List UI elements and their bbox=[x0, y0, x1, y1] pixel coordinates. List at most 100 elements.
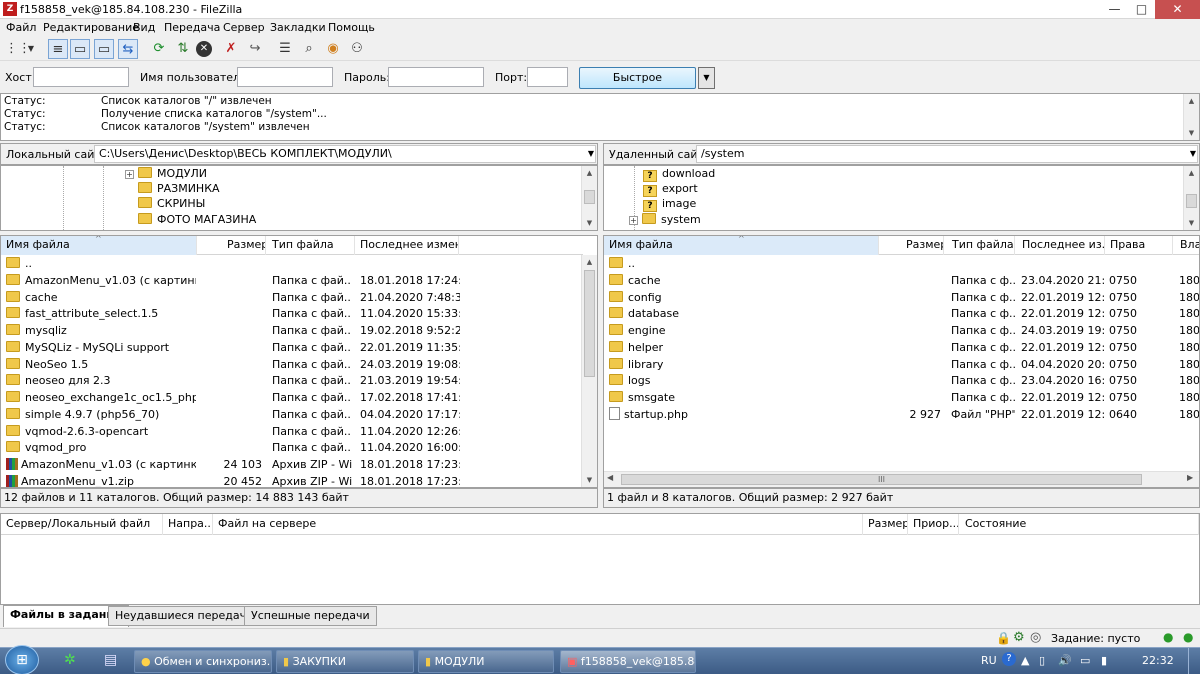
close-button[interactable]: ✕ bbox=[1155, 0, 1200, 19]
tree-item[interactable]: ? export bbox=[643, 181, 698, 197]
file-row[interactable]: .. bbox=[1, 256, 583, 273]
file-row[interactable]: database Папка с ф... 22.01.2019 12:1... 07… bbox=[604, 306, 1199, 323]
speed-limit-icon[interactable]: ◎ bbox=[1030, 630, 1041, 645]
tray-expand-icon[interactable]: ▲ bbox=[1021, 654, 1029, 667]
scroll-thumb[interactable]: III bbox=[621, 474, 1142, 485]
toggle-local-tree-icon[interactable]: ▭ bbox=[70, 39, 90, 59]
scroll-up-arrow-icon[interactable]: ▲ bbox=[1184, 166, 1199, 180]
taskbar-item-folder-zakupki[interactable]: ▮ ЗАКУПКИ bbox=[276, 650, 414, 673]
taskbar-item-filezilla[interactable]: ▣ f158858_vek@185.84.... bbox=[560, 650, 696, 673]
display-icon[interactable]: ▭ bbox=[1080, 654, 1090, 667]
menu-edit[interactable]: Редактирование bbox=[43, 21, 139, 34]
file-row[interactable]: helper Папка с ф... 22.01.2019 12:1... 0750… bbox=[604, 340, 1199, 357]
scroll-right-arrow-icon[interactable]: ▶ bbox=[1187, 473, 1193, 482]
log-scrollbar[interactable]: ▲ ▼ bbox=[1183, 94, 1199, 140]
disconnect-icon[interactable]: ✗ bbox=[221, 39, 241, 59]
file-row[interactable]: config Папка с ф... 22.01.2019 12:1... 0750… bbox=[604, 290, 1199, 307]
expand-icon[interactable]: + bbox=[125, 170, 134, 179]
toggle-log-icon[interactable]: ≡ bbox=[48, 39, 68, 59]
maximize-button[interactable]: □ bbox=[1128, 0, 1155, 19]
app-pinned-icon[interactable]: ✲ bbox=[64, 652, 76, 668]
process-queue-icon[interactable]: ⇅ bbox=[173, 39, 193, 59]
column-direction[interactable]: Напра... bbox=[163, 514, 213, 535]
file-row[interactable]: cache Папка с ф... 23.04.2020 21:0... 0750 1… bbox=[604, 273, 1199, 290]
refresh-icon[interactable]: ⟳ bbox=[149, 39, 169, 59]
search-icon[interactable]: ⚇ bbox=[347, 39, 367, 59]
file-row[interactable]: mysqliz Папка с фай... 19.02.2018 9:52:23 bbox=[1, 323, 583, 340]
column-status[interactable]: Состояние bbox=[960, 514, 1199, 535]
dropdown-arrow-icon[interactable]: ▼ bbox=[25, 39, 37, 59]
column-size[interactable]: Размер bbox=[222, 236, 266, 255]
file-row[interactable]: AmazonMenu_v1.03 (с картинкам... 24 103 Ар… bbox=[1, 457, 583, 474]
scroll-down-arrow-icon[interactable]: ▼ bbox=[582, 216, 597, 230]
scroll-down-arrow-icon[interactable]: ▼ bbox=[1184, 126, 1199, 140]
file-row[interactable]: startup.php 2 927 Файл "PHP" 22.01.2019 12:… bbox=[604, 406, 1199, 424]
language-indicator[interactable]: RU bbox=[981, 654, 997, 667]
column-local-file[interactable]: Сервер/Локальный файл bbox=[1, 514, 163, 535]
menu-file[interactable]: Файл bbox=[6, 21, 36, 34]
file-row[interactable]: AmazonMenu_v1.03 (с картинками) Папка с ф… bbox=[1, 273, 583, 290]
file-row[interactable]: engine Папка с ф... 24.03.2019 19:0... 0750… bbox=[604, 323, 1199, 340]
file-row[interactable]: simple 4.9.7 (php56_70) Папка с фай... 04.… bbox=[1, 407, 583, 424]
column-modified[interactable]: Последнее из... bbox=[1017, 236, 1105, 255]
toggle-remote-tree-icon[interactable]: ▭ bbox=[94, 39, 114, 59]
scroll-up-arrow-icon[interactable]: ▲ bbox=[582, 166, 597, 180]
file-row[interactable]: MySQLiz - MySQLi support Папка с фай... 22… bbox=[1, 340, 583, 357]
file-row[interactable]: AmazonMenu_v1.zip 20 452 Архив ZIP - Wi...… bbox=[1, 474, 583, 487]
cancel-icon[interactable]: ✕ bbox=[196, 41, 212, 57]
column-priority[interactable]: Приор... bbox=[908, 514, 959, 535]
host-input[interactable] bbox=[33, 67, 129, 87]
column-size[interactable]: Размер bbox=[863, 514, 908, 535]
tab-successful-transfers[interactable]: Успешные передачи bbox=[244, 606, 377, 626]
local-path-input[interactable]: C:\Users\Денис\Desktop\ВЕСЬ КОМПЛЕКТ\МОД… bbox=[94, 145, 596, 163]
tree-item[interactable]: ? download bbox=[643, 166, 715, 182]
file-row[interactable]: smsgate Папка с ф... 22.01.2019 12:1... 075… bbox=[604, 390, 1199, 407]
taskbar-item-folder-moduli[interactable]: ▮ МОДУЛИ bbox=[418, 650, 554, 673]
menu-transfer[interactable]: Передача bbox=[164, 21, 220, 34]
volume-icon[interactable]: 🔊 bbox=[1058, 654, 1072, 667]
column-size[interactable]: Размер bbox=[901, 236, 944, 255]
remote-path-input[interactable]: /system bbox=[696, 145, 1198, 163]
file-row[interactable]: neoseo для 2.3 Папка с фай... 21.03.2019 1… bbox=[1, 373, 583, 390]
username-input[interactable] bbox=[237, 67, 333, 87]
local-path-dropdown-icon[interactable]: ▼ bbox=[588, 146, 594, 162]
clock[interactable]: 22:32 bbox=[1142, 654, 1174, 667]
tree-item[interactable]: РАЗМИНКА bbox=[138, 181, 220, 197]
scroll-thumb[interactable] bbox=[584, 270, 595, 377]
quickconnect-button[interactable]: Быстрое соединение bbox=[579, 67, 696, 104]
file-row[interactable]: .. bbox=[604, 256, 1199, 273]
minimize-button[interactable]: — bbox=[1101, 0, 1128, 19]
quickconnect-dropdown-arrow-icon[interactable]: ▼ bbox=[698, 67, 715, 89]
menu-bookmarks[interactable]: Закладки bbox=[270, 21, 326, 34]
column-type[interactable]: Тип файла bbox=[267, 236, 355, 255]
tree-item[interactable]: СКРИНЫ bbox=[138, 196, 205, 212]
file-row[interactable]: fast_attribute_select.1.5 Папка с фай... 1… bbox=[1, 306, 583, 323]
tree-item[interactable]: ? image bbox=[643, 196, 696, 212]
port-input[interactable] bbox=[527, 67, 568, 87]
scroll-up-arrow-icon[interactable]: ▲ bbox=[582, 255, 597, 269]
scroll-thumb[interactable] bbox=[584, 190, 595, 204]
file-row[interactable]: logs Папка с ф... 23.04.2020 16:3... 0750 18… bbox=[604, 373, 1199, 390]
scroll-thumb[interactable] bbox=[1186, 194, 1197, 208]
file-row[interactable]: neoseo_exchange1c_oc1.5_php5.3_... Папка … bbox=[1, 390, 583, 407]
site-manager-icon[interactable]: ⋮⋮ bbox=[5, 39, 31, 59]
scroll-down-arrow-icon[interactable]: ▼ bbox=[582, 473, 597, 487]
tree-item[interactable]: ФОТО МАГАЗИНА bbox=[138, 212, 256, 228]
remote-tree-scrollbar[interactable]: ▲ ▼ bbox=[1183, 166, 1199, 230]
remote-list-hscrollbar[interactable]: ◀ III ▶ bbox=[604, 471, 1199, 487]
column-type[interactable]: Тип файла bbox=[947, 236, 1015, 255]
document-pinned-icon[interactable]: ▤ bbox=[104, 652, 117, 668]
help-icon[interactable]: ? bbox=[1002, 652, 1016, 666]
menu-server[interactable]: Сервер bbox=[223, 21, 265, 34]
local-tree-scrollbar[interactable]: ▲ ▼ bbox=[581, 166, 597, 230]
network-icon[interactable]: ▯ bbox=[1039, 654, 1045, 667]
password-input[interactable] bbox=[388, 67, 484, 87]
signal-icon[interactable]: ▮ bbox=[1101, 654, 1107, 667]
tree-item[interactable]: + system bbox=[629, 212, 701, 228]
reconnect-icon[interactable]: ↪ bbox=[245, 39, 265, 59]
toggle-compare-icon[interactable]: ⌕ bbox=[299, 39, 319, 59]
column-owner[interactable]: Вла bbox=[1175, 236, 1199, 255]
scroll-down-arrow-icon[interactable]: ▼ bbox=[1184, 216, 1199, 230]
tree-item[interactable]: + МОДУЛИ bbox=[125, 166, 207, 182]
column-permissions[interactable]: Права bbox=[1105, 236, 1173, 255]
